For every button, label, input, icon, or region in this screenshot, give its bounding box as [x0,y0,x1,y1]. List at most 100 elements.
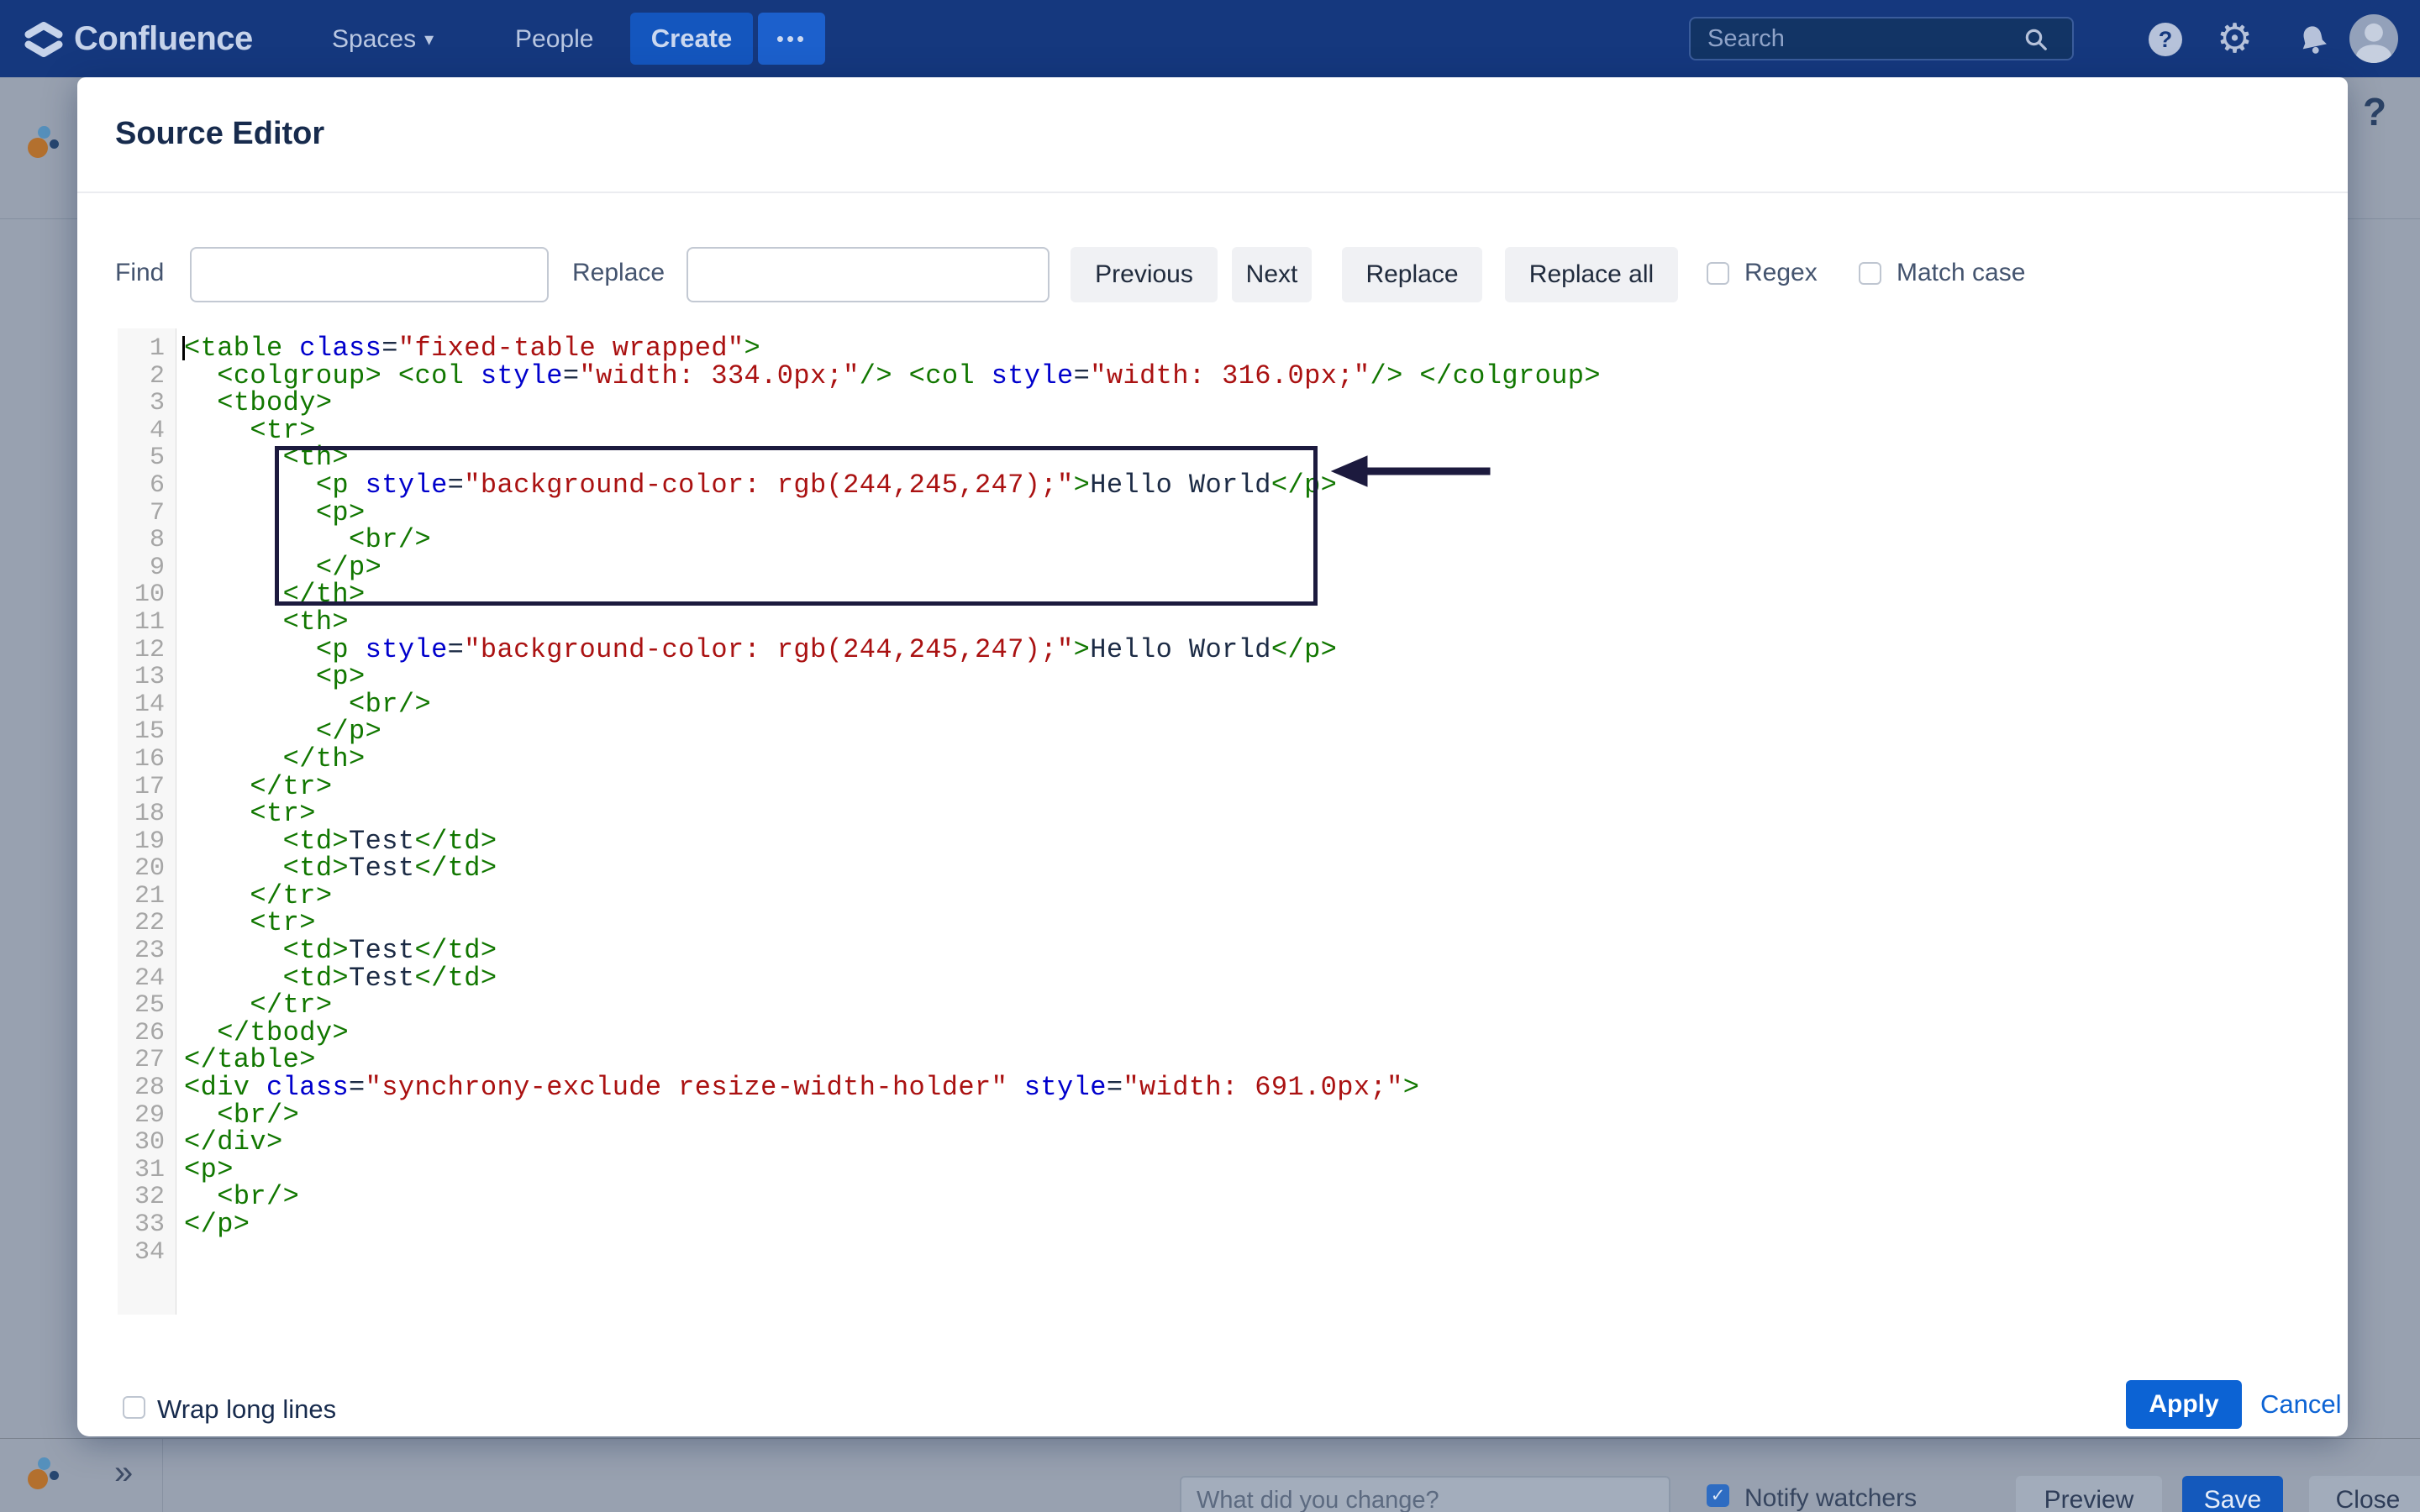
create-button[interactable]: Create [630,13,753,65]
code-line[interactable]: </tr> [184,883,2306,911]
code-line[interactable]: <p> [184,500,2306,528]
search-input[interactable] [1689,17,2074,60]
line-number: 7 [118,500,176,528]
code-line[interactable]: </tr> [184,992,2306,1020]
wrap-long-lines-checkbox[interactable] [123,1396,145,1419]
replace-all-button[interactable]: Replace all [1505,247,1678,302]
help-icon[interactable]: ? [2149,23,2182,56]
code-line[interactable] [184,1239,2306,1267]
more-button[interactable]: ••• [758,13,825,65]
code-line[interactable]: </p> [184,1211,2306,1239]
notify-watchers-checkbox[interactable]: ✓ [1707,1484,1729,1507]
code-line[interactable]: <br/> [184,1102,2306,1130]
line-number: 12 [118,637,176,664]
line-number: 28 [118,1074,176,1102]
line-number: 6 [118,472,176,500]
code-line[interactable]: <p style="background-color: rgb(244,245,… [184,637,2306,664]
gear-icon[interactable]: ⚙ [2217,15,2253,62]
previous-button[interactable]: Previous [1071,247,1218,302]
replace-label: Replace [572,259,665,287]
code-line[interactable]: </div> [184,1129,2306,1157]
expand-sidebar-icon[interactable]: » [114,1454,133,1492]
line-number: 32 [118,1184,176,1211]
line-number: 11 [118,609,176,637]
regex-checkbox[interactable] [1707,262,1729,285]
code-line[interactable]: </p> [184,554,2306,582]
line-number: 14 [118,691,176,719]
change-comment-input[interactable] [1180,1476,1670,1512]
code-editor[interactable]: 1234567891011121314151617181920212223242… [118,328,2306,1315]
code-line[interactable]: <p style="background-color: rgb(244,245,… [184,472,2306,500]
code-line[interactable]: <th> [184,609,2306,637]
line-number: 10 [118,581,176,609]
line-number: 23 [118,937,176,965]
find-replace-toolbar: Find Replace Previous Next Replace Repla… [77,247,2348,302]
code-line[interactable]: </th> [184,746,2306,774]
match-case-label: Match case [1897,259,2025,287]
code-line[interactable]: <tbody> [184,390,2306,417]
line-number: 1 [118,335,176,363]
search-icon[interactable] [2023,27,2049,56]
cancel-link[interactable]: Cancel [2260,1389,2342,1420]
confluence-logo-icon[interactable] [24,19,64,64]
code-line[interactable]: <tr> [184,910,2306,937]
line-number: 21 [118,883,176,911]
code-line[interactable]: <td>Test</td> [184,828,2306,856]
line-number: 15 [118,718,176,746]
replace-input[interactable] [687,247,1050,302]
code-line[interactable]: <tr> [184,801,2306,828]
line-number: 8 [118,527,176,554]
code-line[interactable]: <td>Test</td> [184,937,2306,965]
text-cursor [182,336,185,360]
line-number: 18 [118,801,176,828]
code-line[interactable]: </table> [184,1047,2306,1074]
code-line[interactable]: <div class="synchrony-exclude resize-wid… [184,1074,2306,1102]
line-number: 31 [118,1157,176,1184]
editor-status-bar: » ✓ Notify watchers Preview Save Close [0,1438,2420,1512]
top-nav: Confluence Spaces▾ People Create ••• ? ⚙ [0,0,2420,77]
space-logo-dot-blue [38,1457,50,1470]
code-line[interactable]: </tbody> [184,1020,2306,1047]
nav-spaces[interactable]: Spaces▾ [332,25,434,54]
code-line[interactable]: <br/> [184,527,2306,554]
match-case-checkbox[interactable] [1859,262,1881,285]
nav-people[interactable]: People [515,25,593,54]
regex-label: Regex [1744,259,1818,287]
space-logo-dot-orange [28,1469,48,1489]
line-number: 5 [118,444,176,472]
line-number: 9 [118,554,176,582]
code-line[interactable]: <colgroup> <col style="width: 334.0px;"/… [184,363,2306,391]
avatar[interactable] [2349,14,2398,63]
replace-button[interactable]: Replace [1342,247,1482,302]
notify-watchers-label: Notify watchers [1744,1484,1917,1512]
code-line[interactable]: </tr> [184,774,2306,801]
next-button[interactable]: Next [1232,247,1312,302]
find-input[interactable] [190,247,549,302]
space-logo-dot-blue [38,126,50,139]
code-line[interactable]: <table class="fixed-table wrapped"> [184,335,2306,363]
space-logo-dot-navy [50,139,59,149]
line-number: 29 [118,1102,176,1130]
code-lines[interactable]: <table class="fixed-table wrapped"> <col… [177,328,2306,1315]
code-line[interactable]: </th> [184,581,2306,609]
save-button[interactable]: Save [2182,1476,2283,1512]
code-line[interactable]: </p> [184,718,2306,746]
code-line[interactable]: <tr> [184,417,2306,445]
close-button[interactable]: Close [2309,1476,2420,1512]
check-icon: ✓ [1711,1485,1726,1506]
page-help-icon[interactable]: ? [2363,89,2386,134]
code-line[interactable]: <th> [184,444,2306,472]
preview-button[interactable]: Preview [2016,1476,2162,1512]
code-line[interactable]: <p> [184,1157,2306,1184]
code-line[interactable]: <p> [184,664,2306,691]
code-line[interactable]: <br/> [184,1184,2306,1211]
code-line[interactable]: <br/> [184,691,2306,719]
brand-name[interactable]: Confluence [74,20,253,58]
apply-button[interactable]: Apply [2126,1380,2242,1429]
code-line[interactable]: <td>Test</td> [184,965,2306,993]
line-number: 34 [118,1239,176,1267]
bell-icon[interactable] [2296,22,2331,61]
code-line[interactable]: <td>Test</td> [184,855,2306,883]
line-number: 20 [118,855,176,883]
line-number: 26 [118,1020,176,1047]
